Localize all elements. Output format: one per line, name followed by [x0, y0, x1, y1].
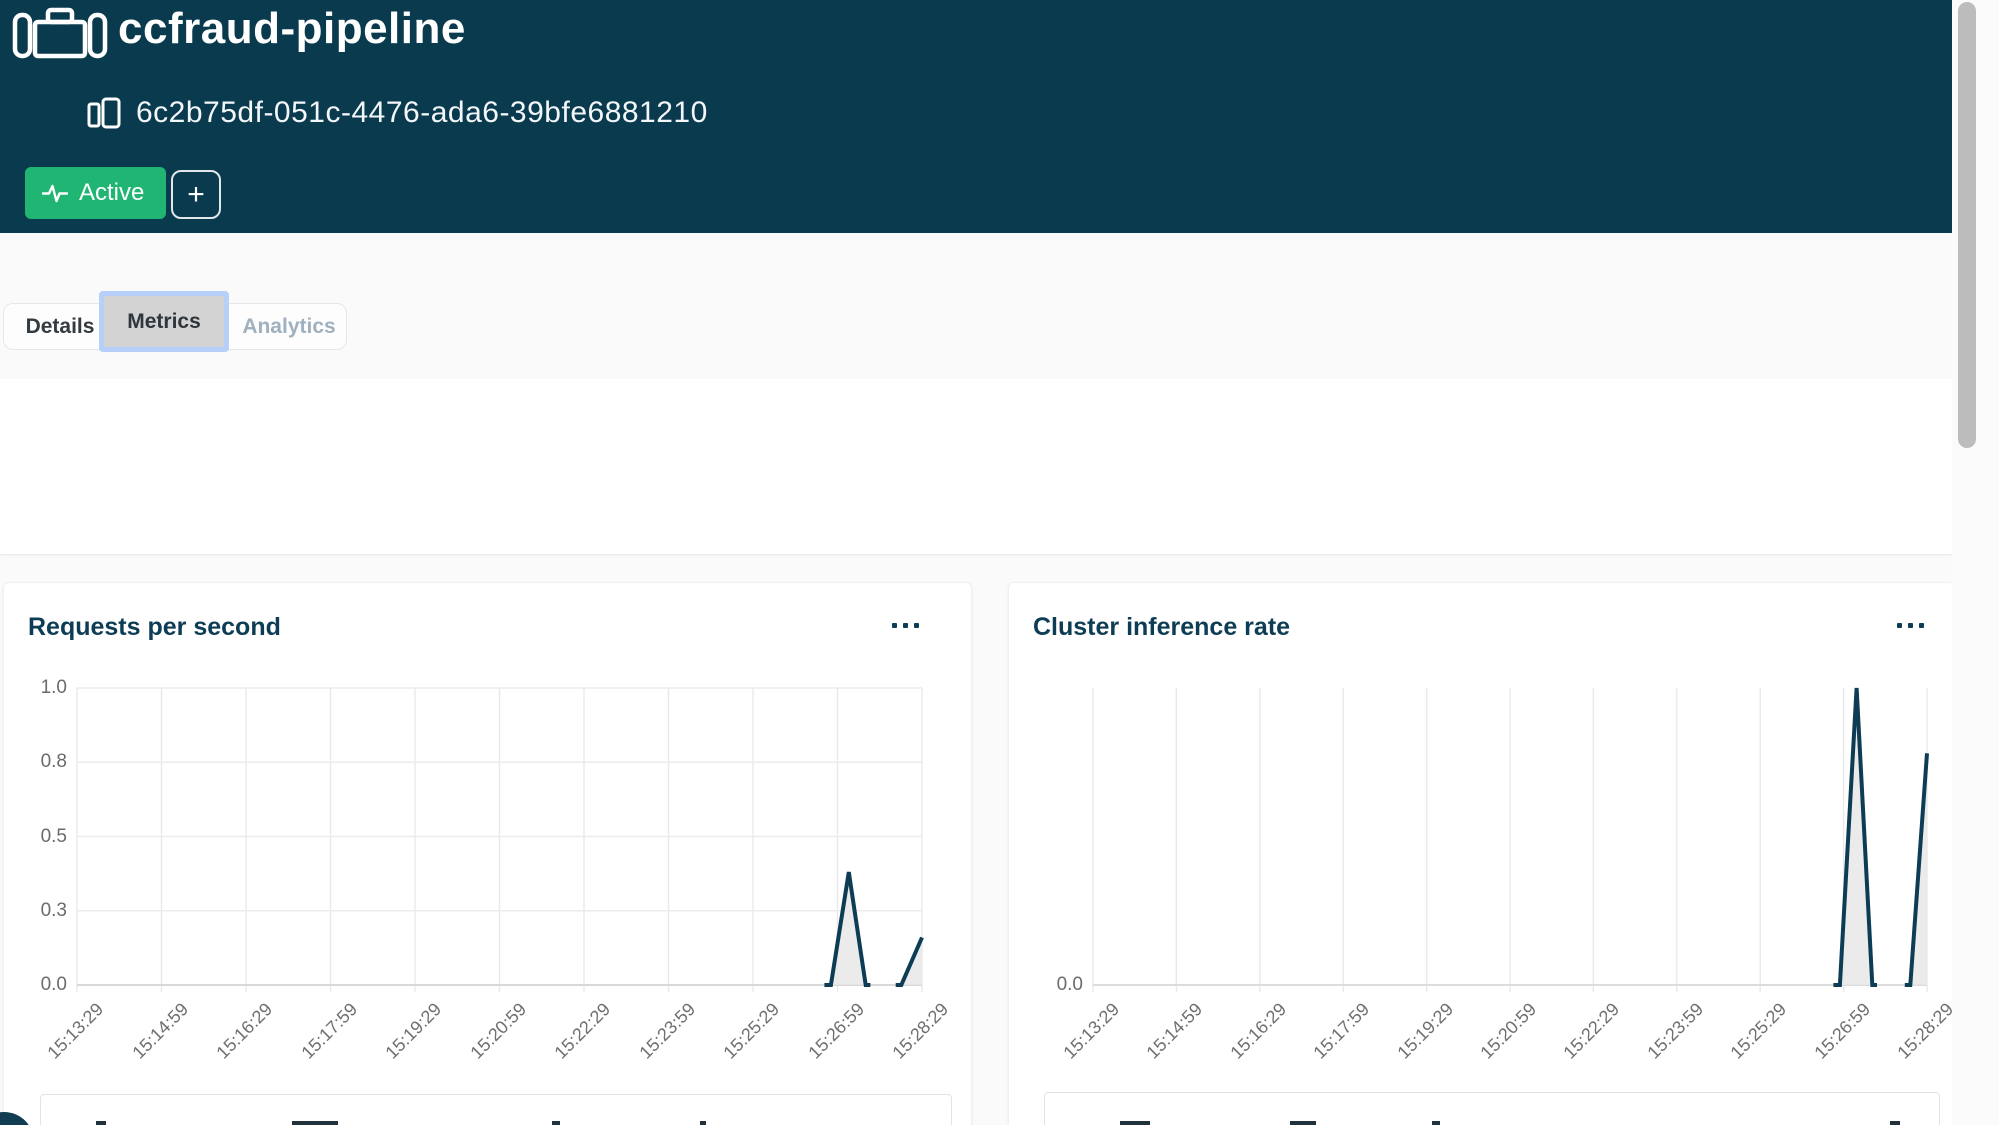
status-badge: Active — [25, 167, 166, 219]
page-header: ccfraud-pipeline 6c2b75df-051c-4476-ada6… — [0, 0, 1952, 233]
pipeline-icon — [12, 7, 108, 59]
clipped-legend-text — [552, 1121, 560, 1125]
clipped-legend-text — [1432, 1121, 1440, 1125]
status-label: Active — [79, 179, 144, 207]
add-tag-button[interactable]: + — [171, 170, 221, 219]
tab-metrics[interactable]: Metrics — [99, 291, 229, 352]
clipped-legend-text — [292, 1121, 338, 1125]
clipped-legend-text — [1890, 1121, 1900, 1125]
chart-legend-box — [40, 1094, 952, 1125]
y-axis-tick-label: 0.8 — [19, 751, 67, 773]
y-axis-tick-label: 0.0 — [1035, 974, 1083, 996]
chart-legend-box — [1044, 1092, 1940, 1125]
y-axis-tick-label: 1.0 — [19, 677, 67, 699]
cluster-inference-rate-chart: 0.015:13:2915:14:5915:16:2915:17:5915:19… — [1093, 688, 1927, 985]
clipped-legend-text — [700, 1121, 706, 1125]
pipeline-id-row: 6c2b75df-051c-4476-ada6-39bfe6881210 — [86, 94, 708, 132]
page-title: ccfraud-pipeline — [118, 0, 466, 58]
clipped-legend-text — [1290, 1121, 1316, 1125]
clipped-legend-text — [1120, 1121, 1150, 1125]
requests-per-second-chart: 1.00.80.50.30.015:13:2915:14:5915:16:291… — [77, 688, 922, 985]
pipeline-id-value: 6c2b75df-051c-4476-ada6-39bfe6881210 — [136, 96, 708, 130]
chart-title: Cluster inference rate — [1033, 613, 1290, 642]
y-axis-tick-label: 0.3 — [19, 900, 67, 922]
chart-title: Requests per second — [28, 613, 281, 642]
copy-icon[interactable] — [86, 94, 122, 132]
y-axis-tick-label: 0.0 — [19, 974, 67, 996]
metrics-filter-panel: Viewing Pipeline Data for ccfraud-pipeli… — [0, 379, 1952, 555]
pulse-icon — [42, 183, 68, 204]
ellipsis-menu-icon[interactable] — [1897, 623, 1924, 628]
y-axis-tick-label: 0.5 — [19, 826, 67, 848]
pipeline-dashboard-page: ccfraud-pipeline 6c2b75df-051c-4476-ada6… — [0, 0, 1999, 1125]
ellipsis-menu-icon[interactable] — [892, 623, 919, 628]
chart-canvas — [77, 688, 922, 993]
scrollbar-thumb[interactable] — [1958, 2, 1976, 448]
tab-analytics: Analytics — [232, 304, 346, 349]
clipped-legend-text — [96, 1121, 106, 1125]
chart-canvas — [1093, 688, 1927, 993]
